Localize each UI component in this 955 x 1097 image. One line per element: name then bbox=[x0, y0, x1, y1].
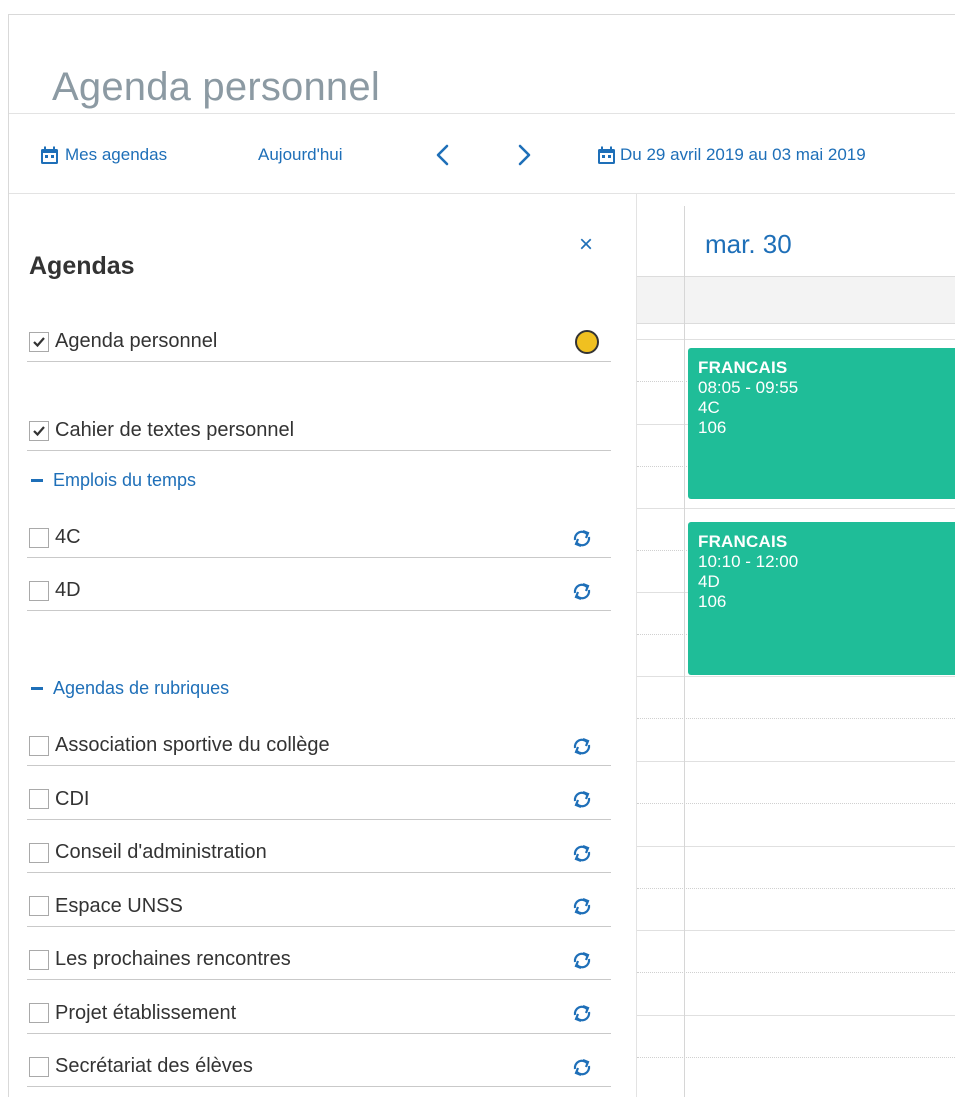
timetable-row-4c[interactable]: 4C bbox=[27, 518, 611, 558]
agenda-label: CDI bbox=[55, 787, 90, 810]
agenda-label: Secrétariat des élèves bbox=[55, 1055, 253, 1077]
checkbox-unchecked[interactable] bbox=[29, 789, 49, 809]
sync-icon[interactable] bbox=[571, 527, 593, 549]
agenda-row-personal[interactable]: Agenda personnel bbox=[27, 322, 611, 362]
sync-icon[interactable] bbox=[571, 788, 593, 810]
topic-agenda-row[interactable]: CDI bbox=[27, 780, 611, 820]
close-icon: × bbox=[578, 231, 593, 258]
event-class: 4C bbox=[698, 398, 720, 417]
date-range-label: Du 29 avril 2019 au 03 mai 2019 bbox=[620, 145, 866, 164]
next-week-chevron-icon[interactable] bbox=[513, 143, 535, 167]
frame-top-border bbox=[8, 14, 955, 15]
sync-icon[interactable] bbox=[571, 949, 593, 971]
checkbox-unchecked[interactable] bbox=[29, 1003, 49, 1023]
close-sidebar-button[interactable]: × bbox=[575, 231, 597, 258]
checkbox-unchecked[interactable] bbox=[29, 949, 49, 970]
checkmark-icon bbox=[33, 425, 45, 436]
sync-icon[interactable] bbox=[571, 1056, 593, 1078]
sidebar-heading: Agendas bbox=[29, 252, 135, 280]
agenda-label: Les prochaines rencontres bbox=[55, 948, 291, 970]
page-title: Agenda personnel bbox=[52, 64, 380, 109]
agenda-row-textbook[interactable]: Cahier de textes personnel bbox=[27, 411, 611, 451]
event-time: 08:05 - 09:55 bbox=[698, 378, 799, 397]
toggle-timetables[interactable]: Emplois du temps bbox=[31, 468, 196, 492]
checkbox-checked[interactable] bbox=[29, 331, 49, 352]
collapse-minus-icon bbox=[31, 686, 43, 690]
checkbox-unchecked[interactable] bbox=[29, 1056, 49, 1077]
toggle-topic-agendas[interactable]: Agendas de rubriques bbox=[31, 676, 229, 700]
calendar-icon bbox=[41, 146, 58, 164]
today-button[interactable]: Aujourd'hui bbox=[258, 144, 343, 166]
event-title: FRANCAIS bbox=[698, 532, 788, 551]
topic-agenda-row[interactable]: Conseil d'administration bbox=[27, 833, 611, 873]
my-agendas-label: Mes agendas bbox=[65, 145, 168, 164]
topic-agenda-row[interactable]: Espace UNSS bbox=[27, 887, 611, 927]
date-range-picker[interactable]: Du 29 avril 2019 au 03 mai 2019 bbox=[597, 144, 866, 166]
checkbox-unchecked[interactable] bbox=[29, 896, 49, 916]
checkbox-unchecked[interactable] bbox=[29, 842, 49, 863]
collapse-minus-icon bbox=[31, 478, 43, 482]
sync-icon[interactable] bbox=[571, 842, 593, 864]
checkbox-unchecked[interactable] bbox=[29, 527, 49, 548]
time-gutter-divider bbox=[684, 206, 685, 1097]
sync-icon[interactable] bbox=[571, 580, 593, 602]
checkbox-checked[interactable] bbox=[29, 420, 49, 441]
agenda-label: 4D bbox=[55, 579, 81, 601]
calendar-event[interactable]: FRANCAIS 08:05 - 09:55 4C 106 bbox=[688, 348, 955, 499]
event-room: 106 bbox=[698, 418, 727, 437]
my-agendas-button[interactable]: Mes agendas bbox=[40, 144, 167, 166]
agenda-color-dot[interactable] bbox=[575, 329, 599, 354]
event-room: 106 bbox=[698, 592, 727, 611]
agenda-label: Projet établissement bbox=[55, 1001, 237, 1024]
checkbox-unchecked[interactable] bbox=[29, 735, 49, 756]
agenda-label: Espace UNSS bbox=[55, 894, 183, 917]
checkmark-icon bbox=[33, 336, 45, 347]
sync-icon[interactable] bbox=[571, 895, 593, 917]
calendar-icon bbox=[598, 146, 615, 164]
day-header[interactable]: mar. 30 bbox=[705, 229, 792, 260]
toggle-label: Agendas de rubriques bbox=[53, 677, 230, 698]
sync-icon[interactable] bbox=[571, 735, 593, 757]
event-title: FRANCAIS bbox=[698, 358, 788, 377]
topic-agenda-row[interactable]: Association sportive du collège bbox=[27, 726, 611, 766]
toggle-label: Emplois du temps bbox=[53, 469, 197, 490]
agendas-sidebar: Agendas × Agenda personnel Cahier de tex… bbox=[9, 194, 637, 1097]
previous-week-chevron-icon[interactable] bbox=[432, 143, 454, 167]
topic-agenda-row[interactable]: Les prochaines rencontres bbox=[27, 940, 611, 980]
calendar-event[interactable]: FRANCAIS 10:10 - 12:00 4D 106 bbox=[688, 522, 955, 675]
agenda-label: Association sportive du collège bbox=[55, 734, 330, 756]
sync-icon[interactable] bbox=[571, 1002, 593, 1024]
agenda-label: Cahier de textes personnel bbox=[55, 419, 295, 441]
agenda-label: 4C bbox=[55, 526, 81, 548]
event-time: 10:10 - 12:00 bbox=[698, 552, 799, 571]
calendar-week-view: mar. 30 FRANCAIS 08:05 - 09:55 4C 106 FR… bbox=[637, 194, 955, 1097]
timetable-row-4d[interactable]: 4D bbox=[27, 571, 611, 611]
topic-agenda-row[interactable]: Projet établissement bbox=[27, 994, 611, 1034]
topic-agenda-row[interactable]: Secrétariat des élèves bbox=[27, 1047, 611, 1087]
agenda-label: Agenda personnel bbox=[55, 330, 218, 352]
checkbox-unchecked[interactable] bbox=[29, 580, 49, 601]
event-class: 4D bbox=[698, 572, 720, 591]
title-divider bbox=[9, 113, 955, 114]
agenda-label: Conseil d'administration bbox=[55, 841, 267, 863]
